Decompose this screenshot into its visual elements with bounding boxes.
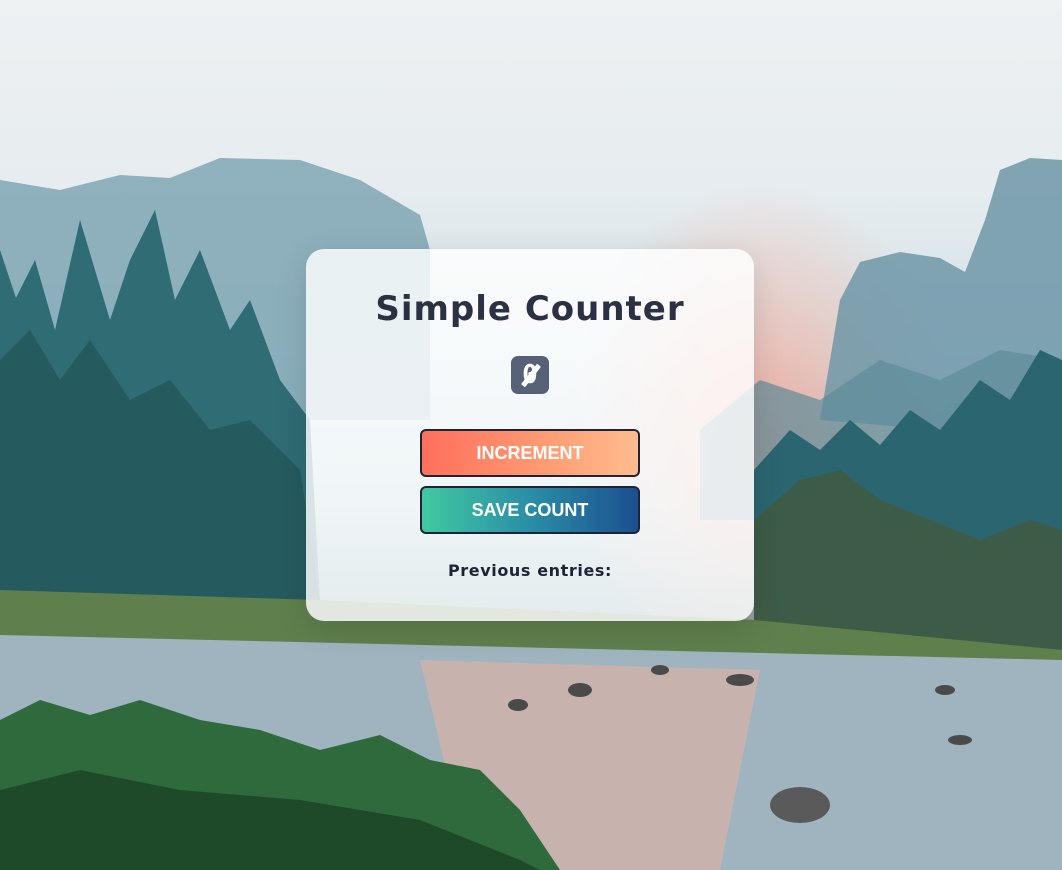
counter-card: Simple Counter 0 INCREMENT SAVE COUNT Pr…	[306, 249, 754, 621]
rock	[935, 685, 955, 695]
rock	[568, 683, 592, 697]
rock	[726, 674, 754, 686]
save-count-button[interactable]: SAVE COUNT	[420, 486, 640, 534]
rock	[948, 735, 972, 745]
previous-entries-label: Previous entries:	[447, 561, 613, 580]
page-title: Simple Counter	[375, 289, 685, 329]
counter-value-badge: 0	[511, 356, 549, 394]
counter-display: 0	[306, 353, 754, 397]
rock	[508, 699, 528, 711]
increment-button[interactable]: INCREMENT	[420, 429, 640, 477]
rock	[651, 665, 669, 675]
rock	[770, 787, 830, 823]
